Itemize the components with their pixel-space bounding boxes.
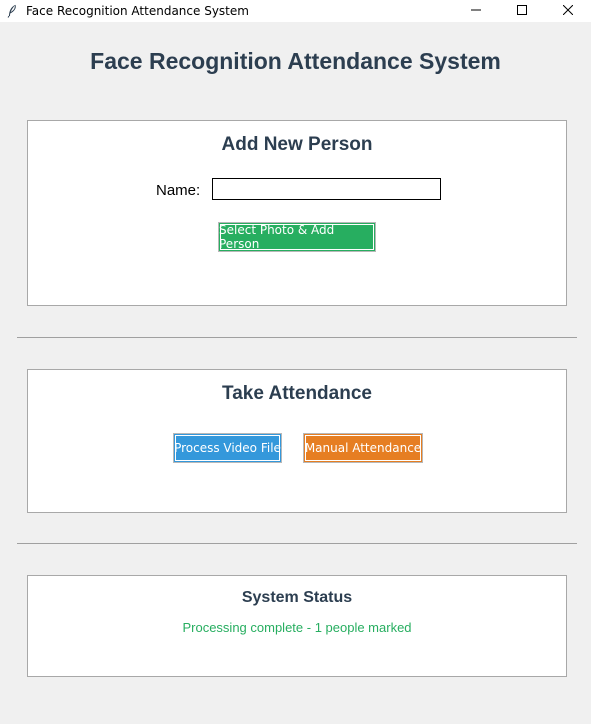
take-attendance-panel: Take Attendance Process Video File Manua… [27,369,567,513]
process-video-button[interactable]: Process Video File [173,433,282,463]
name-input[interactable] [212,178,441,200]
close-icon [562,2,574,20]
select-photo-add-person-button[interactable]: Select Photo & Add Person [218,222,376,252]
system-status-panel: System Status Processing complete - 1 pe… [27,575,567,677]
manual-attendance-button[interactable]: Manual Attendance [303,433,423,463]
window-titlebar: Face Recognition Attendance System [0,0,591,22]
divider [17,543,577,544]
close-button[interactable] [545,0,591,22]
add-person-panel: Add New Person Name: Select Photo & Add … [27,120,567,306]
window-controls [453,0,591,22]
divider [17,337,577,338]
minimize-button[interactable] [453,0,499,22]
maximize-button[interactable] [499,0,545,22]
take-attendance-title: Take Attendance [222,383,372,404]
minimize-icon [471,2,481,20]
page-title: Face Recognition Attendance System [90,48,501,74]
system-status-title: System Status [241,589,353,606]
name-label: Name: [156,182,201,199]
status-message: Processing complete - 1 people marked [182,620,412,635]
window-title: Face Recognition Attendance System [26,4,249,18]
add-person-title: Add New Person [221,134,373,155]
maximize-icon [517,2,527,20]
feather-icon [6,4,18,18]
